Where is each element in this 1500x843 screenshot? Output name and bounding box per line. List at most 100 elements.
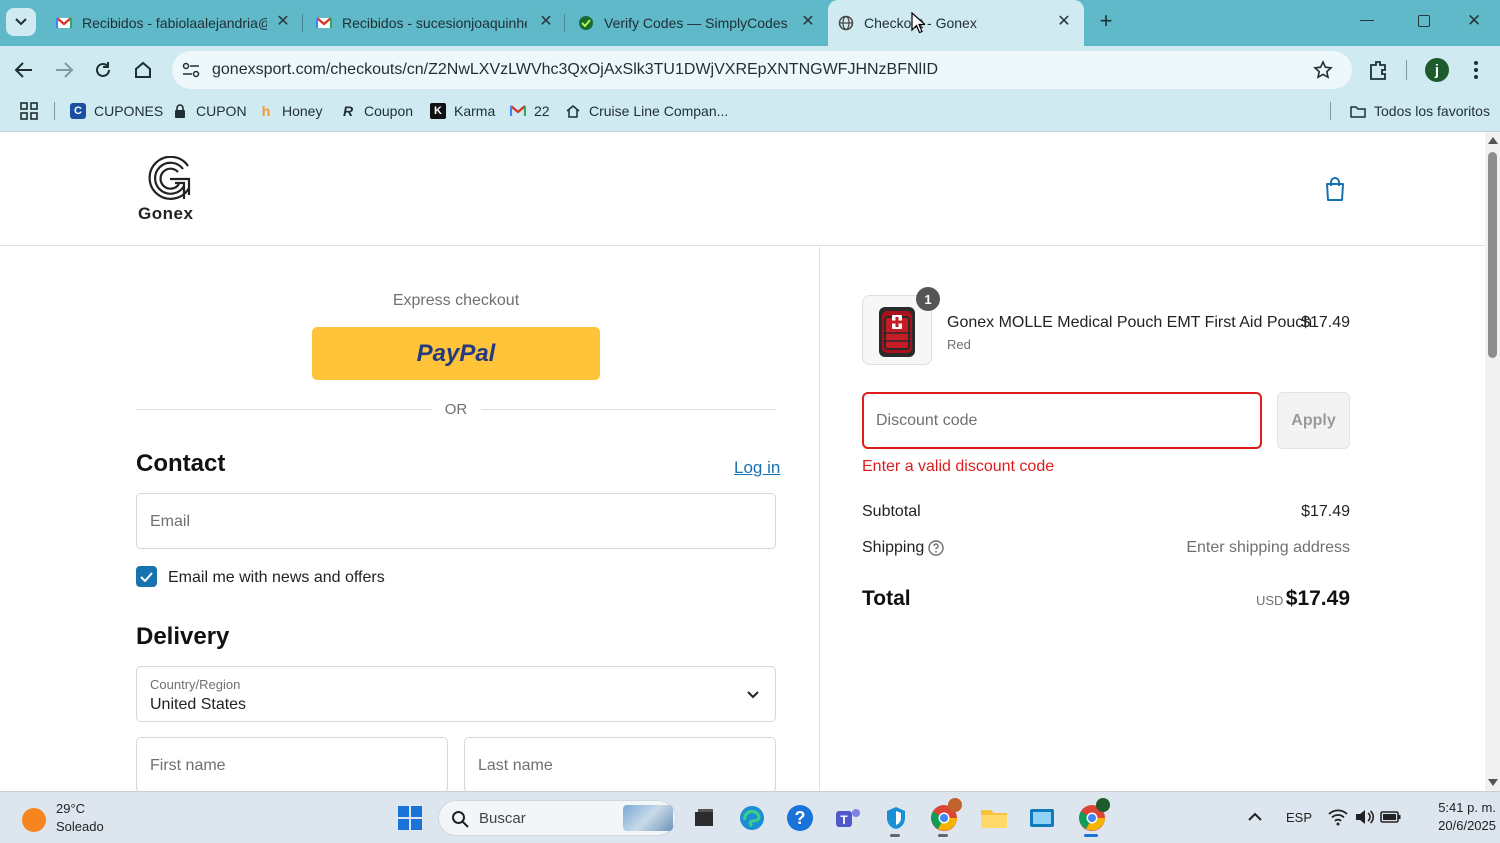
- medical-pouch-icon: [879, 307, 915, 357]
- mouse-cursor-icon: [911, 12, 925, 34]
- tab-gmail-2[interactable]: Recibidos - sucesionjoaquinher ✕: [308, 0, 566, 46]
- wifi-icon[interactable]: [1328, 808, 1348, 826]
- country-select[interactable]: Country/Region United States: [136, 666, 776, 722]
- chevron-down-icon: [747, 691, 759, 699]
- home-icon[interactable]: [133, 60, 153, 80]
- paypal-button[interactable]: PayPal: [312, 327, 600, 380]
- bookmark-coupon[interactable]: R Coupon: [340, 94, 413, 128]
- help-circle-icon[interactable]: [928, 540, 944, 556]
- folder-icon: [981, 810, 1007, 828]
- bookmark-honey[interactable]: h Honey: [258, 94, 323, 128]
- profile-avatar[interactable]: j: [1425, 58, 1449, 82]
- taskbar-chrome-2[interactable]: [1076, 798, 1110, 837]
- taskbar-teams[interactable]: T: [832, 802, 864, 834]
- page-scrollbar[interactable]: [1485, 132, 1500, 791]
- close-icon[interactable]: ✕: [275, 14, 291, 30]
- first-name-field[interactable]: First name: [136, 737, 448, 791]
- taskbar-help[interactable]: ?: [784, 802, 816, 834]
- honey-icon: h: [261, 103, 271, 119]
- battery-icon[interactable]: [1380, 809, 1402, 825]
- scroll-down-arrow[interactable]: [1488, 779, 1498, 786]
- total-value: $17.49: [1285, 587, 1350, 610]
- profile-badge: [948, 798, 962, 812]
- email-field[interactable]: Email: [136, 493, 776, 549]
- bookmark-22[interactable]: 22: [510, 94, 550, 128]
- reload-icon[interactable]: [93, 60, 113, 80]
- tab-title: Recibidos - fabiolaalejandria@g: [82, 15, 267, 31]
- language-indicator[interactable]: ESP: [1286, 810, 1312, 825]
- bookmark-label: Karma: [454, 103, 496, 119]
- address-bar[interactable]: gonexsport.com/checkouts/cn/Z2NwLXVzLWVh…: [172, 51, 1352, 89]
- tab-search-button[interactable]: [6, 8, 36, 36]
- store-logo[interactable]: Gonex: [136, 156, 206, 224]
- tab-simplycodes[interactable]: Verify Codes — SimplyCodes ✕: [570, 0, 828, 46]
- checkout-page: Gonex Express checkout PayPal OR Contact…: [0, 132, 1485, 791]
- bookmark-cupones[interactable]: C CUPONES: [70, 94, 163, 128]
- product-name: Gonex MOLLE Medical Pouch EMT First Aid …: [947, 314, 1313, 331]
- taskbar-chrome-1[interactable]: [928, 798, 962, 837]
- weather-desc: Soleado: [56, 819, 104, 834]
- search-placeholder: Buscar: [479, 810, 526, 827]
- close-icon[interactable]: ✕: [800, 14, 816, 30]
- shipping-label: Shipping: [862, 539, 925, 556]
- weather-widget[interactable]: 29°C Soleado: [20, 798, 140, 838]
- login-link[interactable]: Log in: [734, 458, 780, 478]
- forward-arrow-icon[interactable]: [54, 61, 74, 79]
- last-name-placeholder: Last name: [478, 757, 553, 774]
- url-text: gonexsport.com/checkouts/cn/Z2NwLXVzLWVh…: [212, 61, 939, 78]
- tab-gmail-1[interactable]: Recibidos - fabiolaalejandria@g ✕: [48, 0, 303, 46]
- windows-start-button[interactable]: [394, 802, 426, 834]
- edge-icon: [740, 806, 764, 830]
- restore-button[interactable]: [1418, 15, 1430, 27]
- shopping-bag-icon[interactable]: [1324, 176, 1346, 202]
- taskbar-search[interactable]: Buscar: [438, 800, 676, 836]
- bookmark-karma[interactable]: K Karma: [430, 94, 495, 128]
- new-tab-button[interactable]: +: [1094, 10, 1118, 34]
- close-icon[interactable]: ✕: [1056, 14, 1072, 30]
- star-icon[interactable]: [1313, 60, 1333, 80]
- discount-error-message: Enter a valid discount code: [862, 458, 1055, 475]
- total-label: Total: [862, 587, 911, 610]
- close-icon[interactable]: ✕: [538, 14, 554, 30]
- folder-icon: [1350, 106, 1366, 118]
- taskbar-file-explorer[interactable]: [978, 802, 1010, 834]
- taskbar-task-view[interactable]: [688, 802, 720, 834]
- bookmark-label: CUPONES: [94, 103, 164, 119]
- close-window-button[interactable]: ✕: [1467, 11, 1481, 31]
- scrollbar-thumb[interactable]: [1488, 152, 1497, 358]
- apps-grid-icon[interactable]: [20, 102, 38, 120]
- search-highlight-image: [623, 805, 673, 831]
- browser-tab-strip: Recibidos - fabiolaalejandria@g ✕ Recibi…: [0, 0, 1500, 46]
- apply-discount-button[interactable]: Apply: [1277, 392, 1350, 449]
- newsletter-checkbox[interactable]: [136, 566, 157, 587]
- chevron-up-icon[interactable]: [1248, 812, 1262, 822]
- extensions-icon[interactable]: [1367, 59, 1389, 81]
- snipping-tool-icon: [1030, 809, 1054, 827]
- taskbar-snipping-tool[interactable]: [1026, 802, 1058, 834]
- tab-checkout-gonex[interactable]: Checkout - Gonex ✕: [828, 0, 1084, 46]
- discount-placeholder: Discount code: [876, 412, 978, 429]
- back-arrow-icon[interactable]: [14, 61, 34, 79]
- discount-code-field[interactable]: Discount code: [862, 392, 1262, 449]
- help-icon: ?: [787, 805, 813, 831]
- browser-menu-icon[interactable]: [1468, 56, 1484, 84]
- bookmark-label: 22: [534, 103, 550, 119]
- minimize-button[interactable]: [1360, 20, 1374, 21]
- clock-time[interactable]: 5:41 p. m.: [1416, 800, 1496, 815]
- tab-title: Verify Codes — SimplyCodes: [604, 15, 788, 31]
- speaker-icon[interactable]: [1354, 808, 1374, 826]
- bookmark-cupon[interactable]: CUPON: [172, 94, 247, 128]
- scroll-up-arrow[interactable]: [1488, 137, 1498, 144]
- all-bookmarks-label: Todos los favoritos: [1374, 103, 1490, 119]
- subtotal-value: $17.49: [1301, 503, 1350, 520]
- all-bookmarks[interactable]: Todos los favoritos: [1350, 94, 1490, 128]
- globe-icon: [838, 15, 854, 31]
- site-info-icon[interactable]: [182, 62, 200, 78]
- taskbar-edge[interactable]: [736, 802, 768, 834]
- taskbar-security[interactable]: [880, 802, 912, 837]
- last-name-field[interactable]: Last name: [464, 737, 776, 791]
- clock-date[interactable]: 20/6/2025: [1416, 818, 1496, 833]
- windows-logo-icon: [398, 806, 422, 830]
- product-quantity-badge: 1: [916, 287, 940, 311]
- bookmark-cruise-line[interactable]: Cruise Line Compan...: [565, 94, 728, 128]
